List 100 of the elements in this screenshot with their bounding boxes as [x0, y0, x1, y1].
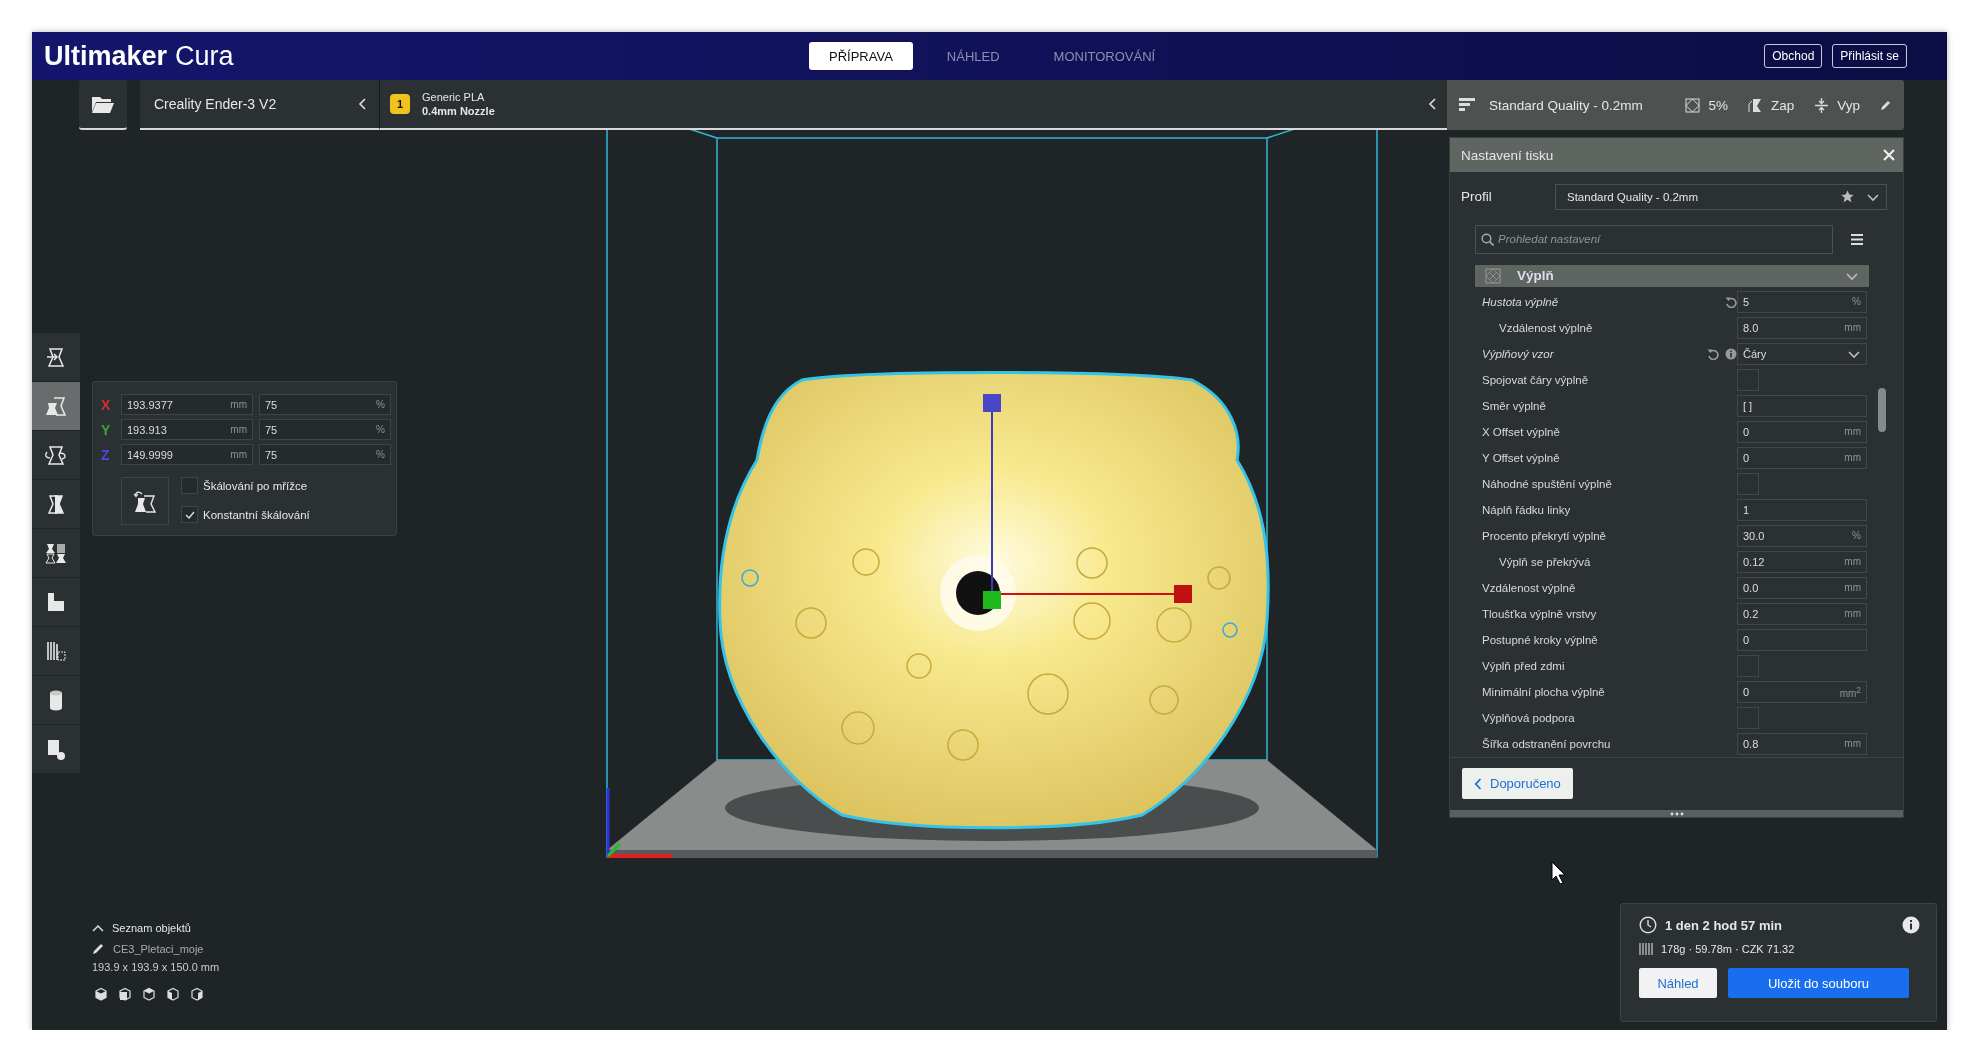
top-view-icon[interactable]	[142, 987, 156, 1001]
checkbox-label: Škálování po mřížce	[203, 479, 308, 492]
material-selector[interactable]: 1 Generic PLA 0.4mm Nozzle	[380, 80, 1447, 130]
resize-handle[interactable]	[1450, 810, 1903, 817]
setting-label: Náhodné spuštění výplně	[1482, 477, 1613, 490]
size-field[interactable]: 193.913 mm	[121, 419, 253, 440]
infill-value: 5%	[1708, 97, 1728, 113]
percent-field[interactable]: 75 %	[259, 394, 391, 415]
setting-field[interactable]: 5 %	[1737, 290, 1867, 313]
profile-label: Profil	[1461, 189, 1493, 205]
setting-field[interactable]: 8.0 mm	[1737, 316, 1867, 339]
reset-icon[interactable]	[1725, 295, 1737, 308]
close-icon[interactable]	[1883, 149, 1895, 161]
pencil-icon	[1880, 99, 1892, 111]
setting-label: Šířka odstranění povrchu	[1482, 737, 1612, 750]
size-field[interactable]: 193.9377 mm	[121, 394, 253, 415]
checkbox[interactable]	[181, 506, 198, 523]
profile-dropdown[interactable]: Standard Quality - 0.2mm	[1555, 183, 1887, 210]
recommended-button[interactable]: Doporučeno	[1462, 768, 1573, 800]
unit-label: mm	[230, 449, 247, 460]
object-list-toggle[interactable]: Seznam objektů	[112, 922, 191, 934]
unit-label: mm	[1844, 452, 1861, 464]
sign-in-button[interactable]: Přihlásit se	[1832, 44, 1907, 68]
material-name: Generic PLA	[422, 91, 486, 103]
per-model-settings-icon	[45, 542, 67, 564]
profile-name: Standard Quality - 0.2mm	[1489, 97, 1643, 113]
mirror-tool-icon	[45, 493, 67, 515]
stage-tab[interactable]: NÁHLED	[926, 42, 1020, 70]
tool-button[interactable]	[32, 382, 80, 431]
unit-label: %	[376, 424, 385, 435]
setting-field[interactable]: 30.0 %	[1737, 524, 1867, 547]
percent-field[interactable]: 75 %	[259, 419, 391, 440]
support-icon	[1747, 97, 1763, 113]
support-blocker-icon	[45, 591, 67, 613]
setting-field[interactable]: 1	[1737, 498, 1867, 521]
right-view-icon[interactable]	[190, 987, 204, 1001]
adhesion-icon	[1814, 97, 1830, 113]
setting-field[interactable]: 0.8 mm	[1737, 732, 1867, 755]
axis-label: X	[101, 396, 112, 413]
star-icon	[1841, 190, 1854, 204]
printer-selector[interactable]: Creality Ender-3 V2	[140, 80, 380, 130]
setting-label: Tloušťka výplně vrstvy	[1482, 607, 1598, 620]
setting-label: Výplňová podpora	[1482, 711, 1576, 724]
setting-field[interactable]: 0.2 mm	[1737, 602, 1867, 625]
nozzle-name: 0.4mm Nozzle	[422, 105, 495, 117]
setting-field[interactable]: 0 mm$^{2}$	[1737, 680, 1867, 703]
chevron-left-icon	[357, 97, 367, 111]
save-to-file-button[interactable]: Uložit do souboru	[1728, 968, 1909, 998]
setting-label: Výplň se překrývá	[1498, 555, 1592, 568]
unit-label: %	[1852, 530, 1861, 542]
bowl-model[interactable]	[718, 371, 1270, 830]
menu-icon[interactable]	[1851, 233, 1863, 245]
scrollbar-thumb[interactable]	[1878, 388, 1886, 432]
info-icon[interactable]	[1902, 916, 1920, 934]
setting-field[interactable]: 0 mm	[1737, 420, 1867, 443]
printer-name: Creality Ender-3 V2	[154, 96, 277, 112]
setting-label: Minimální plocha výplně	[1482, 685, 1606, 698]
3d-view-icon[interactable]	[94, 987, 108, 1001]
axis-indicator	[606, 788, 672, 858]
checkbox[interactable]	[181, 477, 198, 494]
front-view-icon[interactable]	[118, 987, 132, 1001]
unit-label: mm	[1844, 556, 1861, 568]
percent-field[interactable]: 75 %	[259, 444, 391, 465]
unit-label: mm$^{2}$	[1839, 684, 1861, 699]
setting-label: Hustota výplně	[1482, 295, 1560, 308]
setting-label: Postupné kroky výplně	[1482, 633, 1599, 646]
tool-button[interactable]	[32, 333, 80, 382]
setting-field[interactable]: 0.0 mm	[1737, 576, 1867, 599]
preview-button[interactable]: Náhled	[1639, 968, 1717, 998]
size-field[interactable]: 149.9999 mm	[121, 444, 253, 465]
adhesion-value: Vyp	[1837, 97, 1860, 113]
category-header[interactable]: Výplň	[1475, 265, 1869, 287]
unit-label: mm	[1844, 738, 1861, 750]
reset-scale-button[interactable]	[121, 477, 169, 525]
panel-title: Nastavení tisku	[1461, 147, 1554, 163]
logo-text: Ultimaker	[44, 40, 168, 72]
open-file-button[interactable]	[79, 80, 127, 130]
chevron-up-icon	[92, 924, 104, 932]
scale-handles[interactable]	[983, 394, 1192, 609]
left-view-icon[interactable]	[166, 987, 180, 1001]
chevron-left-icon	[1474, 777, 1482, 790]
stage-tab[interactable]: PŘÍPRAVA	[809, 42, 913, 70]
search-field[interactable]: Prohledat nastavení	[1475, 224, 1833, 254]
marketplace-button[interactable]: Obchod	[1764, 44, 1823, 68]
infill-icon	[1685, 97, 1701, 113]
setting-field[interactable]: 0 mm	[1737, 446, 1867, 469]
setting-field[interactable]: 0	[1737, 628, 1867, 651]
move-tool-icon	[45, 346, 67, 368]
grip-dots-icon	[1669, 811, 1684, 816]
logo-text: Cura	[175, 40, 234, 72]
setting-dropdown[interactable]: Čáry	[1737, 342, 1867, 365]
print-settings-summary[interactable]: Standard Quality - 0.2mm 5% Zap Vyp	[1447, 80, 1904, 130]
stage-tab[interactable]: MONITOROVÁNÍ	[1033, 42, 1176, 70]
unit-label: mm	[1844, 608, 1861, 620]
setting-label: Vzdálenost výplně	[1482, 581, 1577, 594]
unit-label: mm	[1844, 582, 1861, 594]
setting-field[interactable]: 0.12 mm	[1737, 550, 1867, 573]
print-time: 1 den 2 hod 57 min	[1665, 917, 1783, 933]
reset-icon[interactable]	[1707, 347, 1719, 360]
setting-field[interactable]: [ ]	[1737, 394, 1867, 417]
